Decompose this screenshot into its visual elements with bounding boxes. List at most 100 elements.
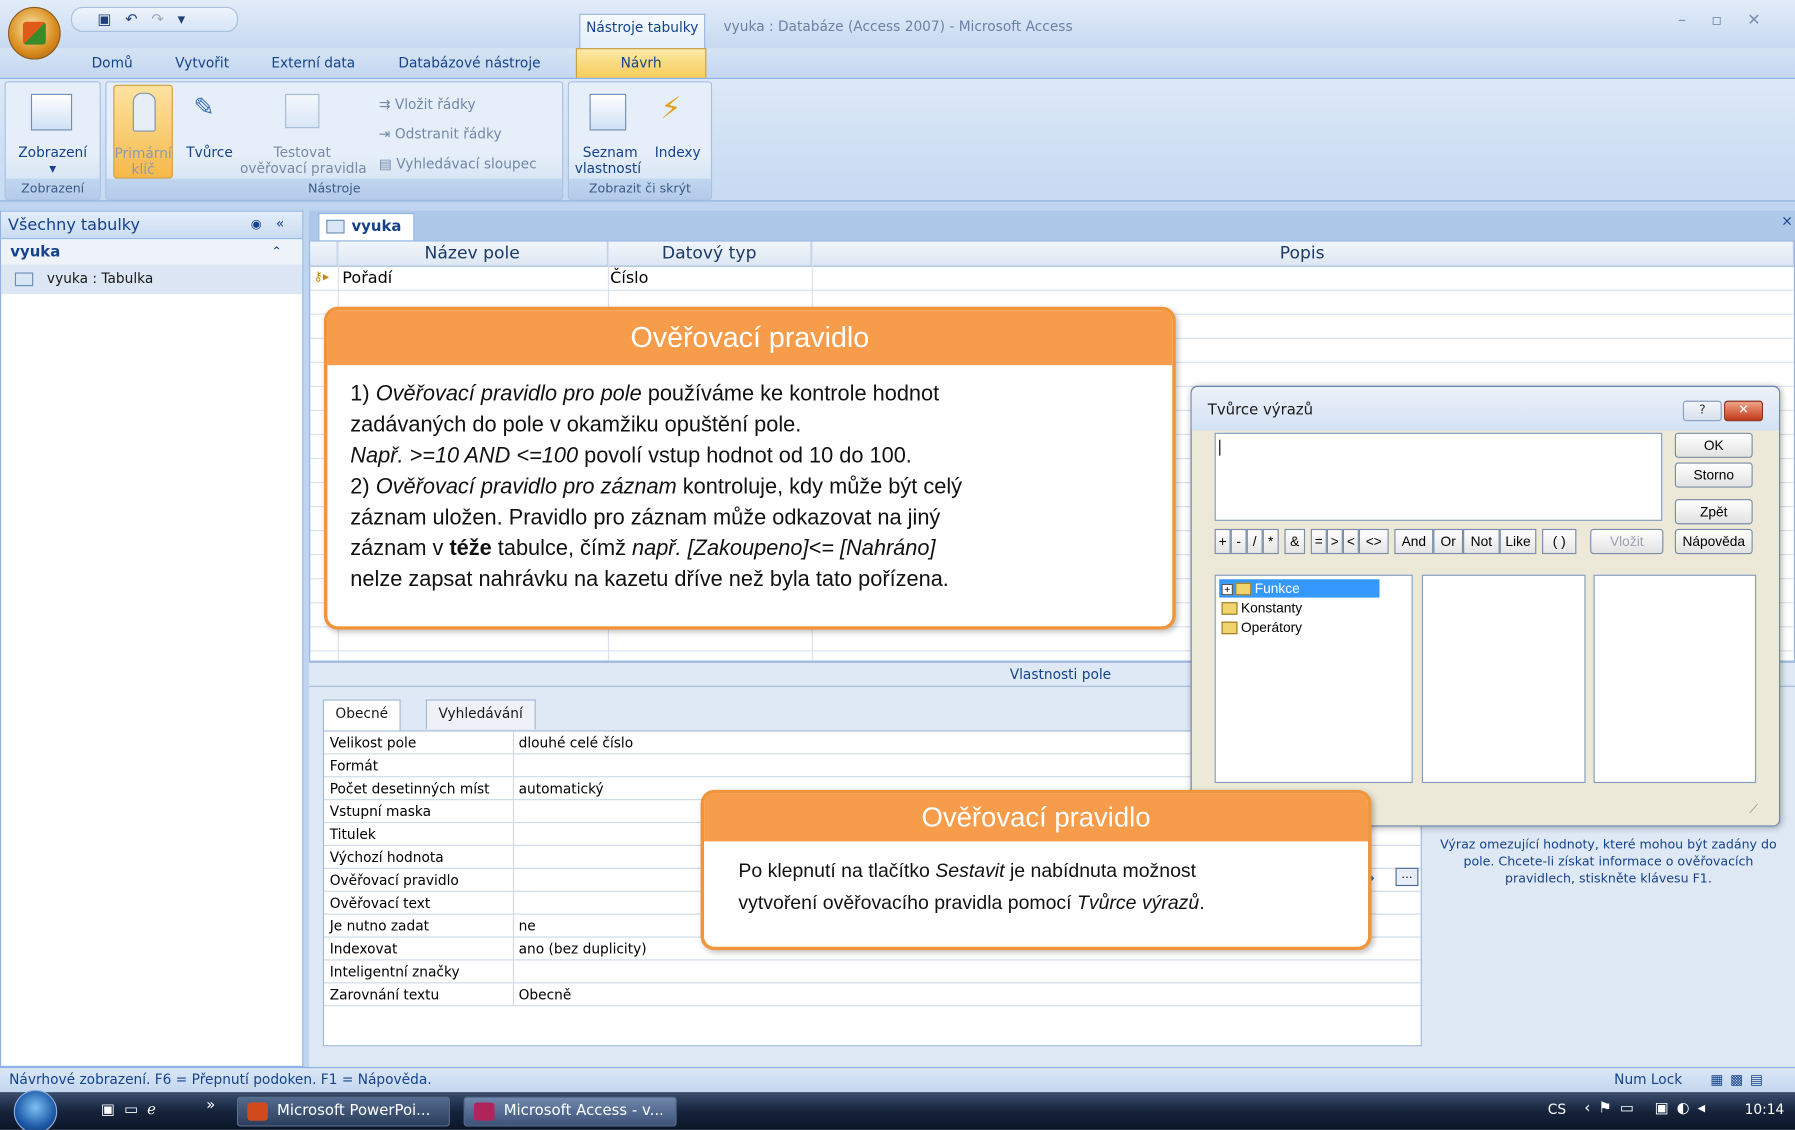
- expression-input[interactable]: [1214, 432, 1663, 521]
- dropdown-arrow-icon[interactable]: ▾: [6, 160, 100, 176]
- lookup-column-icon: ▤: [378, 155, 397, 172]
- op-concat-button[interactable]: &: [1284, 528, 1306, 555]
- data-type-cell[interactable]: Číslo: [610, 269, 648, 287]
- folder-icon: [1221, 602, 1238, 616]
- folder-tree: + Funkce Konstanty Operátory: [1214, 574, 1413, 784]
- primary-key-button[interactable]: Primární klíč: [113, 84, 173, 179]
- close-icon[interactable]: ✕: [1724, 400, 1763, 422]
- op-not-equal-button[interactable]: <>: [1358, 528, 1389, 555]
- vlozit-button[interactable]: Vložit: [1590, 528, 1664, 555]
- undo-icon[interactable]: ↶: [125, 11, 137, 28]
- quick-launch-icons[interactable]: ▣▭ℯ: [101, 1101, 165, 1118]
- prop-value[interactable]: ano (bez duplicity): [519, 941, 647, 957]
- status-text: Návrhové zobrazení. F6 = Přepnutí podoke…: [9, 1071, 432, 1088]
- op-divide-button[interactable]: /: [1246, 528, 1263, 555]
- vyhledavaci-sloupec-button[interactable]: ▤ Vyhledávací sloupec: [379, 156, 537, 172]
- language-indicator[interactable]: CS: [1548, 1101, 1566, 1117]
- chevron-up-icon[interactable]: ⌃: [271, 244, 282, 259]
- tree-item-konstanty[interactable]: Konstanty: [1221, 599, 1412, 616]
- tab-databazove-nastroje[interactable]: Databázové nástroje: [398, 55, 540, 71]
- nav-collapse-icon[interactable]: «: [276, 215, 284, 231]
- ok-button[interactable]: OK: [1674, 432, 1753, 458]
- storno-button[interactable]: Storno: [1674, 462, 1753, 488]
- op-minus-button[interactable]: -: [1230, 528, 1247, 555]
- tab-vytvorit[interactable]: Vytvořit: [175, 55, 229, 71]
- resize-grip-icon[interactable]: ⟋: [1749, 801, 1758, 817]
- op-parentheses-button[interactable]: ( ): [1542, 528, 1577, 555]
- op-plus-button[interactable]: +: [1214, 528, 1231, 555]
- zpet-button[interactable]: Zpět: [1674, 499, 1753, 525]
- op-greater-button[interactable]: >: [1326, 528, 1343, 555]
- ribbon-tabs: Domů Vytvořit Externí data Databázové ná…: [0, 48, 1795, 78]
- middle-list[interactable]: [1421, 574, 1586, 784]
- redo-icon[interactable]: ↷: [151, 11, 163, 28]
- view-switch-icons[interactable]: ▦▩▤: [1710, 1072, 1770, 1088]
- app-window: ▣ ↶ ↷ ▾ Nástroje tabulky vyuka : Databáz…: [0, 0, 1795, 1130]
- seznam-vlastnosti-line2: vlastností: [574, 160, 642, 177]
- group-label: Zobrazení: [5, 178, 100, 200]
- table-icon: [326, 219, 345, 234]
- nav-item-vyuka-tabulka[interactable]: vyuka : Tabulka: [1, 264, 303, 295]
- op-equal-button[interactable]: =: [1310, 528, 1327, 555]
- odstranit-radky-button[interactable]: ⇥ Odstranit řádky: [379, 126, 502, 142]
- overflow-chevron-icon[interactable]: »: [206, 1097, 215, 1114]
- prop-label: Indexovat: [329, 941, 398, 958]
- tab-vyhledavani[interactable]: Vyhledávání: [425, 699, 536, 730]
- help-button[interactable]: ?: [1682, 400, 1722, 422]
- op-multiply-button[interactable]: *: [1262, 528, 1279, 555]
- odstranit-radky-label: Odstranit řádky: [394, 125, 502, 142]
- prop-value[interactable]: automatický: [519, 781, 604, 797]
- vlozit-radky-button[interactable]: ⇉ Vložit řádky: [379, 96, 476, 112]
- doc-tab-vyuka[interactable]: vyuka: [318, 212, 415, 241]
- nav-item-label: vyuka : Tabulka: [46, 270, 154, 287]
- tree-item-label: Funkce: [1254, 580, 1300, 597]
- right-list[interactable]: [1593, 574, 1757, 784]
- prop-row[interactable]: Inteligentní značky: [323, 960, 1421, 984]
- zobrazeni-button[interactable]: Zobrazení: [6, 144, 100, 160]
- close-doc-icon[interactable]: ×: [1781, 213, 1793, 229]
- op-or-button[interactable]: Or: [1433, 528, 1464, 555]
- table-icon: [14, 271, 34, 286]
- taskbar-item-powerpoint[interactable]: Microsoft PowerPoi...: [236, 1096, 450, 1127]
- nav-header[interactable]: Všechny tabulky ◉ «: [1, 211, 303, 240]
- taskbar-item-access[interactable]: Microsoft Access - v...: [463, 1096, 677, 1127]
- start-button[interactable]: [13, 1089, 58, 1130]
- nav-group-vyuka[interactable]: vyuka ⌃: [1, 239, 303, 265]
- field-name-cell[interactable]: Pořadí: [342, 269, 392, 287]
- expand-icon[interactable]: +: [1221, 583, 1233, 596]
- tree-item-label: Konstanty: [1240, 599, 1303, 616]
- customize-icon[interactable]: ▾: [178, 11, 185, 28]
- indexy-button[interactable]: Indexy: [651, 144, 704, 160]
- tab-externi-data[interactable]: Externí data: [271, 55, 355, 71]
- prop-row[interactable]: Zarovnání textu Obecně: [323, 983, 1421, 1007]
- tab-obecne[interactable]: Obecné: [322, 699, 401, 731]
- office-button[interactable]: [8, 6, 61, 60]
- tree-item-operatory[interactable]: Operátory: [1221, 619, 1412, 635]
- window-controls[interactable]: –▫✕: [1678, 11, 1786, 29]
- testovat-button[interactable]: Testovat: [262, 144, 342, 160]
- callout-validation-rule: Ověřovací pravidlo 1) Ověřovací pravidlo…: [323, 306, 1176, 630]
- prop-value[interactable]: Obecně: [519, 987, 572, 1003]
- op-and-button[interactable]: And: [1394, 528, 1434, 555]
- nav-dropdown-icon[interactable]: ◉: [251, 216, 262, 231]
- tab-navrh[interactable]: Návrh: [575, 48, 707, 78]
- build-button[interactable]: …: [1395, 867, 1419, 887]
- group-label: Nástroje: [106, 178, 563, 200]
- save-icon[interactable]: ▣: [97, 11, 111, 28]
- prop-label: Formát: [329, 757, 379, 774]
- primary-key-label-2: klíč: [131, 161, 155, 178]
- table-row[interactable]: ⚷▸ Pořadí Číslo: [310, 267, 1794, 291]
- prop-value[interactable]: ne: [519, 918, 536, 934]
- tvurce-button[interactable]: Tvůrce: [180, 144, 240, 160]
- numlock-indicator: Num Lock: [1614, 1071, 1683, 1088]
- tray-icons[interactable]: ‹⚑▭ ▣◐◂: [1584, 1100, 1713, 1117]
- row-selector-header: [310, 241, 338, 267]
- tab-domu[interactable]: Domů: [92, 55, 133, 71]
- op-like-button[interactable]: Like: [1499, 528, 1537, 555]
- seznam-vlastnosti-button[interactable]: Seznam: [578, 144, 642, 160]
- op-not-button[interactable]: Not: [1463, 528, 1500, 555]
- prop-value[interactable]: dlouhé celé číslo: [519, 735, 634, 751]
- op-less-button[interactable]: <: [1342, 528, 1359, 555]
- napoveda-button[interactable]: Nápověda: [1674, 528, 1753, 555]
- tree-item-funkce[interactable]: + Funkce: [1219, 579, 1380, 598]
